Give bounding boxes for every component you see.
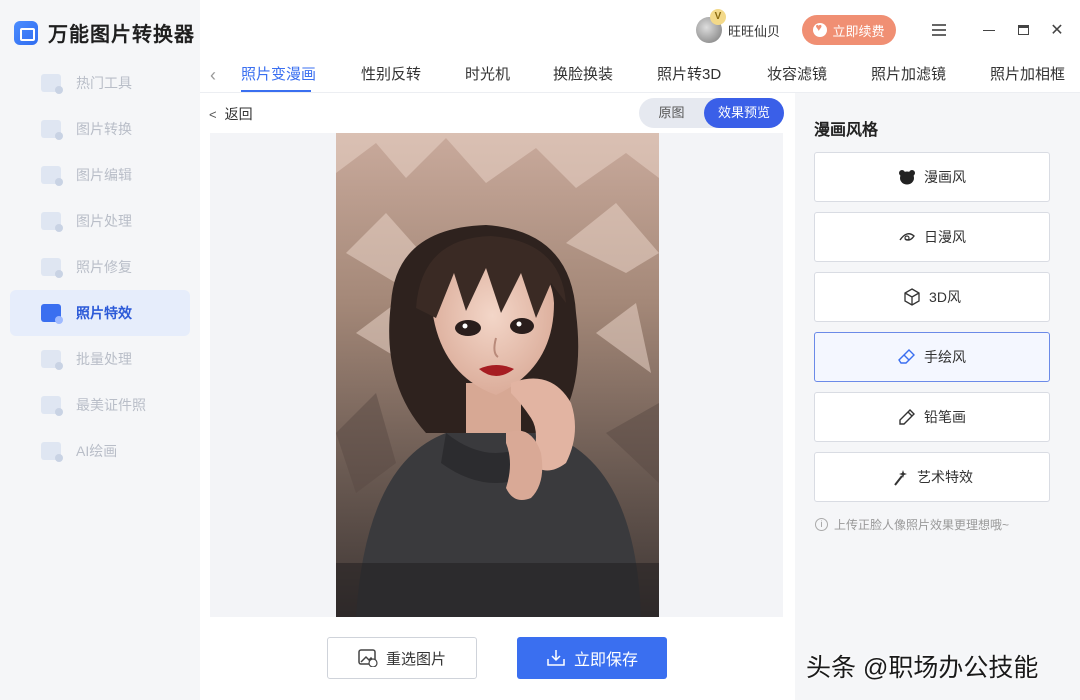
maximize-button[interactable] <box>1006 15 1040 45</box>
tab-photo-to-3d[interactable]: 照片转3D <box>657 63 721 84</box>
sidebar-item-label: 照片修复 <box>76 259 132 275</box>
style-label: 3D风 <box>929 289 961 305</box>
sidebar-item-image-edit[interactable]: 图片编辑 <box>10 152 190 198</box>
style-comic-button[interactable]: 漫画风 <box>814 152 1050 202</box>
app-logo: 万能图片转换器 <box>14 18 195 47</box>
sidebar-item-label: 照片特效 <box>76 305 132 321</box>
save-now-label: 立即保存 <box>573 652 638 669</box>
tab-face-swap[interactable]: 换脸换装 <box>553 63 613 84</box>
back-button[interactable]: < 返回 <box>209 104 253 124</box>
cube-icon <box>904 288 920 306</box>
action-bar <box>210 617 783 700</box>
save-now-button[interactable]: 立即保存 <box>517 637 667 679</box>
id-photo-icon <box>41 396 63 416</box>
sidebar-item-photo-repair[interactable]: 照片修复 <box>10 244 190 290</box>
upload-hint: i 上传正脸人像照片效果更理想哦~ <box>815 516 1009 533</box>
sidebar-item-ai-paint[interactable]: AI绘画 <box>10 428 190 474</box>
tab-gender-swap[interactable]: 性别反转 <box>361 63 421 84</box>
renew-button-label: 立即续费 <box>832 23 885 39</box>
bear-icon <box>899 170 915 185</box>
close-icon: ✕ <box>1050 22 1064 39</box>
avatar[interactable]: V <box>695 9 726 43</box>
renew-button[interactable]: 立即续费 <box>802 15 896 45</box>
sidebar-nav: 热门工具 图片转换 图片编辑 图片处理 照片修复 照片特效 批量处理 最美证件照… <box>10 60 190 474</box>
tabs-prev-chevron-icon[interactable]: ‹ <box>210 65 216 86</box>
toggle-original[interactable]: 原图 <box>639 98 704 128</box>
minimize-button[interactable] <box>972 15 1006 45</box>
app-logo-icon <box>14 20 38 45</box>
style-3d-button[interactable]: 3D风 <box>814 272 1050 322</box>
image-process-icon <box>41 212 63 232</box>
hint-text: 上传正脸人像照片效果更理想哦~ <box>834 518 1010 532</box>
grid-icon <box>41 74 63 94</box>
tab-makeup-filter[interactable]: 妆容滤镜 <box>767 63 827 84</box>
style-hand-drawn-button[interactable]: 手绘风 <box>814 332 1050 382</box>
ai-paint-icon <box>41 442 63 462</box>
diamond-icon <box>813 22 828 37</box>
toggle-effect-preview[interactable]: 效果预览 <box>704 98 784 128</box>
menu-button[interactable] <box>922 15 956 45</box>
sidebar-item-image-convert[interactable]: 图片转换 <box>10 106 190 152</box>
comic-portrait-illustration <box>336 133 659 617</box>
style-anime-button[interactable]: 日漫风 <box>814 212 1050 262</box>
back-label: 返回 <box>224 106 253 122</box>
sidebar-item-label: 热门工具 <box>76 75 132 91</box>
sidebar-item-label: 图片处理 <box>76 213 132 229</box>
feature-tabs: ‹ 照片变漫画 性别反转 时光机 换脸换装 照片转3D 妆容滤镜 照片加滤镜 照… <box>200 55 1080 93</box>
username[interactable]: 旺旺仙贝 <box>728 21 780 40</box>
reselect-image-label: 重选图片 <box>385 650 446 668</box>
reselect-image-button[interactable]: 重选图片 <box>327 637 477 679</box>
preview-image <box>336 133 659 617</box>
sidebar-item-label: 最美证件照 <box>76 397 146 413</box>
tab-photo-frame[interactable]: 照片加相框 <box>990 63 1065 84</box>
window-header: V 旺旺仙贝 立即续费 ✕ <box>695 9 1080 50</box>
sidebar-item-label: 批量处理 <box>76 351 132 367</box>
hamburger-icon <box>932 24 946 36</box>
vip-badge: V <box>709 9 726 25</box>
sidebar-item-hot-tools[interactable]: 热门工具 <box>10 60 190 106</box>
swirl-icon <box>899 233 915 241</box>
sidebar-item-id-photo[interactable]: 最美证件照 <box>10 382 190 428</box>
eraser-icon <box>898 349 915 364</box>
minimize-icon <box>983 29 995 31</box>
view-toggle: 原图 效果预览 <box>639 98 784 128</box>
maximize-icon <box>1017 25 1029 35</box>
style-label: 漫画风 <box>924 169 966 185</box>
photo-effects-icon <box>41 304 63 324</box>
style-label: 手绘风 <box>924 349 966 365</box>
magic-wand-icon <box>894 470 907 486</box>
photo-repair-icon <box>41 258 63 278</box>
watermark: 头条 @职场办公技能 <box>806 654 1039 682</box>
tab-photo-to-comic[interactable]: 照片变漫画 <box>241 63 316 84</box>
panel-title: 漫画风格 <box>814 122 879 139</box>
batch-icon <box>41 350 63 370</box>
tab-time-machine[interactable]: 时光机 <box>465 63 510 84</box>
pencil-icon <box>899 409 915 425</box>
tab-photo-filter[interactable]: 照片加滤镜 <box>871 63 946 84</box>
style-pencil-button[interactable]: 铅笔画 <box>814 392 1050 442</box>
sidebar-item-label: 图片转换 <box>76 121 132 137</box>
sidebar-item-label: 图片编辑 <box>76 167 132 183</box>
style-label: 日漫风 <box>924 229 966 245</box>
info-icon: i <box>815 518 828 531</box>
sidebar: 万能图片转换器 热门工具 图片转换 图片编辑 图片处理 照片修复 照片特效 批量… <box>0 0 200 700</box>
sidebar-item-image-process[interactable]: 图片处理 <box>10 198 190 244</box>
image-edit-icon <box>41 166 63 186</box>
download-icon <box>547 650 565 666</box>
style-label: 艺术特效 <box>917 469 973 485</box>
close-button[interactable]: ✕ <box>1040 15 1074 45</box>
style-art-effects-button[interactable]: 艺术特效 <box>814 452 1050 502</box>
sidebar-item-label: AI绘画 <box>76 443 118 459</box>
sidebar-item-photo-effects[interactable]: 照片特效 <box>10 290 190 336</box>
style-label: 铅笔画 <box>924 409 966 425</box>
app-title: 万能图片转换器 <box>48 24 195 46</box>
image-reselect-icon <box>358 649 378 667</box>
image-convert-icon <box>41 120 63 140</box>
active-tab-indicator <box>241 90 311 92</box>
sidebar-item-batch[interactable]: 批量处理 <box>10 336 190 382</box>
chevron-left-icon: < <box>209 106 217 122</box>
